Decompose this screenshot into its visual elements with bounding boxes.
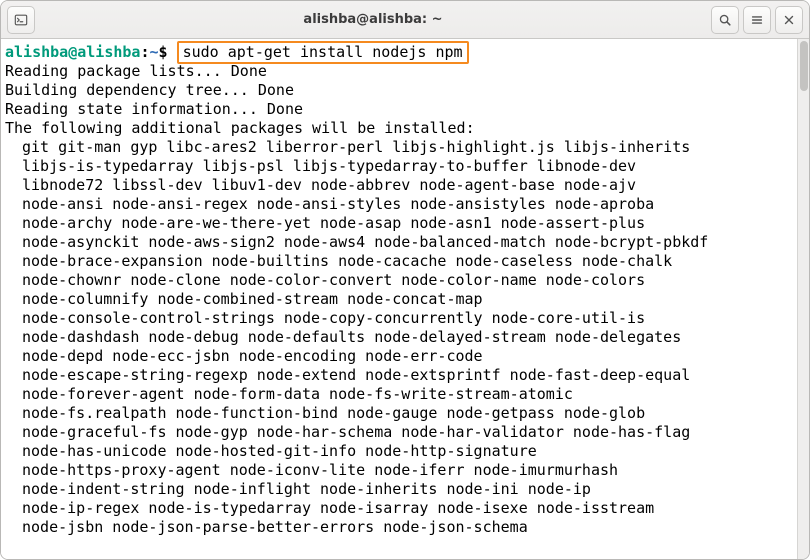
- package-line: node-forever-agent node-form-data node-f…: [5, 385, 797, 404]
- package-line: node-console-control-strings node-copy-c…: [5, 309, 797, 328]
- scrollbar[interactable]: [797, 39, 809, 559]
- command-highlight: sudo apt-get install nodejs npm: [177, 41, 469, 64]
- prompt-colon: :: [140, 43, 149, 61]
- terminal-icon: [14, 13, 28, 27]
- output-line: Reading package lists... Done: [5, 62, 267, 80]
- package-line: node-columnify node-combined-stream node…: [5, 290, 797, 309]
- terminal-window: alishba@alishba: ~ alishba@alishba:~$ su…: [0, 0, 810, 560]
- package-line: node-archy node-are-we-there-yet node-as…: [5, 214, 797, 233]
- hamburger-icon: [750, 13, 764, 27]
- output-line: The following additional packages will b…: [5, 119, 475, 137]
- package-line: node-asynckit node-aws-sign2 node-aws4 n…: [5, 233, 797, 252]
- menu-button[interactable]: [743, 6, 771, 34]
- package-line: node-dashdash node-debug node-defaults n…: [5, 328, 797, 347]
- package-line: node-fs.realpath node-function-bind node…: [5, 404, 797, 423]
- window-title: alishba@alishba: ~: [35, 12, 711, 27]
- search-button[interactable]: [711, 6, 739, 34]
- package-line: libjs-is-typedarray libjs-psl libjs-type…: [5, 157, 797, 176]
- package-line: libnode72 libssl-dev libuv1-dev node-abb…: [5, 176, 797, 195]
- terminal-output[interactable]: alishba@alishba:~$ sudo apt-get install …: [1, 39, 797, 559]
- package-line: node-brace-expansion node-builtins node-…: [5, 252, 797, 271]
- package-line: git git-man gyp libc-ares2 liberror-perl…: [5, 138, 797, 157]
- prompt-userhost: alishba@alishba: [5, 43, 140, 61]
- terminal-area: alishba@alishba:~$ sudo apt-get install …: [1, 39, 809, 559]
- package-line: node-jsbn node-json-parse-better-errors …: [5, 518, 797, 537]
- package-line: node-chownr node-clone node-color-conver…: [5, 271, 797, 290]
- package-line: node-escape-string-regexp node-extend no…: [5, 366, 797, 385]
- package-line: node-https-proxy-agent node-iconv-lite n…: [5, 461, 797, 480]
- package-line: node-graceful-fs node-gyp node-har-schem…: [5, 423, 797, 442]
- titlebar: alishba@alishba: ~: [1, 1, 809, 39]
- prompt-path: ~: [150, 43, 159, 61]
- package-line: node-indent-string node-inflight node-in…: [5, 480, 797, 499]
- scrollbar-thumb[interactable]: [800, 41, 808, 91]
- search-icon: [718, 13, 732, 27]
- output-line: Reading state information... Done: [5, 100, 303, 118]
- package-line: node-has-unicode node-hosted-git-info no…: [5, 442, 797, 461]
- new-tab-button[interactable]: [7, 6, 35, 34]
- package-line: node-depd node-ecc-jsbn node-encoding no…: [5, 347, 797, 366]
- package-line: node-ansi node-ansi-regex node-ansi-styl…: [5, 195, 797, 214]
- close-icon: [782, 13, 796, 27]
- prompt-symbol: $: [159, 43, 168, 61]
- output-line: Building dependency tree... Done: [5, 81, 294, 99]
- package-line: node-ip-regex node-is-typedarray node-is…: [5, 499, 797, 518]
- close-button[interactable]: [775, 6, 803, 34]
